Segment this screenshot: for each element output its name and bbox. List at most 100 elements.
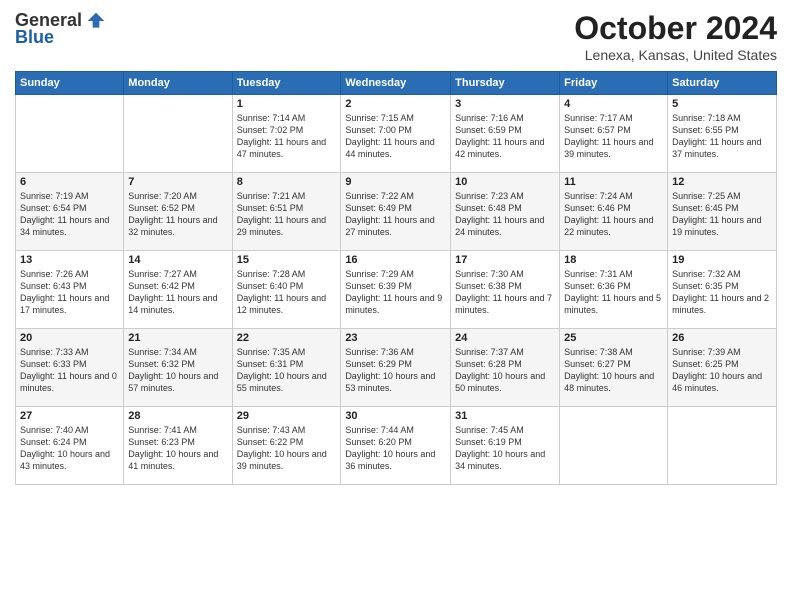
day-number: 5	[672, 98, 772, 110]
table-row: 4 Sunrise: 7:17 AM Sunset: 6:57 PM Daylig…	[560, 95, 668, 173]
day-info: Sunrise: 7:16 AM Sunset: 6:59 PM Dayligh…	[455, 112, 555, 161]
col-saturday: Saturday	[668, 72, 777, 95]
table-row	[668, 407, 777, 485]
day-info: Sunrise: 7:39 AM Sunset: 6:25 PM Dayligh…	[672, 346, 772, 395]
day-info: Sunrise: 7:26 AM Sunset: 6:43 PM Dayligh…	[20, 268, 119, 317]
page: General Blue October 2024 Lenexa, Kansas…	[0, 0, 792, 495]
day-info: Sunrise: 7:21 AM Sunset: 6:51 PM Dayligh…	[237, 190, 337, 239]
day-info: Sunrise: 7:24 AM Sunset: 6:46 PM Dayligh…	[564, 190, 663, 239]
col-friday: Friday	[560, 72, 668, 95]
day-info: Sunrise: 7:20 AM Sunset: 6:52 PM Dayligh…	[128, 190, 227, 239]
table-row: 10 Sunrise: 7:23 AM Sunset: 6:48 PM Dayli…	[451, 173, 560, 251]
day-info: Sunrise: 7:29 AM Sunset: 6:39 PM Dayligh…	[345, 268, 446, 317]
day-info: Sunrise: 7:33 AM Sunset: 6:33 PM Dayligh…	[20, 346, 119, 395]
day-number: 14	[128, 254, 227, 266]
day-number: 23	[345, 332, 446, 344]
day-info: Sunrise: 7:40 AM Sunset: 6:24 PM Dayligh…	[20, 424, 119, 473]
table-row: 25Sunrise: 7:38 AM Sunset: 6:27 PM Dayli…	[560, 329, 668, 407]
col-tuesday: Tuesday	[232, 72, 341, 95]
header: General Blue October 2024 Lenexa, Kansas…	[15, 10, 777, 63]
day-number: 3	[455, 98, 555, 110]
day-number: 10	[455, 176, 555, 188]
day-number: 19	[672, 254, 772, 266]
day-number: 21	[128, 332, 227, 344]
day-number: 15	[237, 254, 337, 266]
day-info: Sunrise: 7:32 AM Sunset: 6:35 PM Dayligh…	[672, 268, 772, 317]
col-monday: Monday	[124, 72, 232, 95]
day-info: Sunrise: 7:43 AM Sunset: 6:22 PM Dayligh…	[237, 424, 337, 473]
day-info: Sunrise: 7:45 AM Sunset: 6:19 PM Dayligh…	[455, 424, 555, 473]
table-row: 21 Sunrise: 7:34 AM Sunset: 6:32 PM Dayli…	[124, 329, 232, 407]
day-info: Sunrise: 7:15 AM Sunset: 7:00 PM Dayligh…	[345, 112, 446, 161]
day-number: 31	[455, 410, 555, 422]
day-info: Sunrise: 7:17 AM Sunset: 6:57 PM Dayligh…	[564, 112, 663, 161]
logo-blue-text: Blue	[15, 27, 54, 48]
table-row: 26 Sunrise: 7:39 AM Sunset: 6:25 PM Dayli…	[668, 329, 777, 407]
day-number: 26	[672, 332, 772, 344]
day-number: 9	[345, 176, 446, 188]
day-info: Sunrise: 7:44 AM Sunset: 6:20 PM Dayligh…	[345, 424, 446, 473]
day-info: Sunrise: 7:18 AM Sunset: 6:55 PM Dayligh…	[672, 112, 772, 161]
day-info: Sunrise: 7:28 AM Sunset: 6:40 PM Dayligh…	[237, 268, 337, 317]
table-row: 2 Sunrise: 7:15 AM Sunset: 7:00 PM Daylig…	[341, 95, 451, 173]
day-number: 6	[20, 176, 119, 188]
calendar-week-row: 20 Sunrise: 7:33 AM Sunset: 6:33 PM Dayli…	[16, 329, 777, 407]
table-row: 7 Sunrise: 7:20 AM Sunset: 6:52 PM Daylig…	[124, 173, 232, 251]
day-info: Sunrise: 7:23 AM Sunset: 6:48 PM Dayligh…	[455, 190, 555, 239]
day-number: 11	[564, 176, 663, 188]
calendar-table: Sunday Monday Tuesday Wednesday Thursday…	[15, 71, 777, 485]
location: Lenexa, Kansas, United States	[574, 47, 777, 63]
day-info: Sunrise: 7:36 AM Sunset: 6:29 PM Dayligh…	[345, 346, 446, 395]
table-row: 14 Sunrise: 7:27 AM Sunset: 6:42 PM Dayli…	[124, 251, 232, 329]
day-info: Sunrise: 7:14 AM Sunset: 7:02 PM Dayligh…	[237, 112, 337, 161]
col-sunday: Sunday	[16, 72, 124, 95]
table-row: 30 Sunrise: 7:44 AM Sunset: 6:20 PM Dayli…	[341, 407, 451, 485]
table-row: 11 Sunrise: 7:24 AM Sunset: 6:46 PM Dayli…	[560, 173, 668, 251]
day-info: Sunrise: 7:27 AM Sunset: 6:42 PM Dayligh…	[128, 268, 227, 317]
day-number: 28	[128, 410, 227, 422]
calendar-week-row: 13Sunrise: 7:26 AM Sunset: 6:43 PM Dayli…	[16, 251, 777, 329]
table-row: 22Sunrise: 7:35 AM Sunset: 6:31 PM Dayli…	[232, 329, 341, 407]
table-row: 24Sunrise: 7:37 AM Sunset: 6:28 PM Dayli…	[451, 329, 560, 407]
title-section: October 2024 Lenexa, Kansas, United Stat…	[574, 10, 777, 63]
table-row	[124, 95, 232, 173]
table-row: 3 Sunrise: 7:16 AM Sunset: 6:59 PM Daylig…	[451, 95, 560, 173]
logo: General Blue	[15, 10, 106, 48]
day-info: Sunrise: 7:34 AM Sunset: 6:32 PM Dayligh…	[128, 346, 227, 395]
table-row: 5 Sunrise: 7:18 AM Sunset: 6:55 PM Daylig…	[668, 95, 777, 173]
day-number: 25	[564, 332, 663, 344]
table-row: 13Sunrise: 7:26 AM Sunset: 6:43 PM Dayli…	[16, 251, 124, 329]
table-row: 6Sunrise: 7:19 AM Sunset: 6:54 PM Daylig…	[16, 173, 124, 251]
day-number: 29	[237, 410, 337, 422]
table-row: 27Sunrise: 7:40 AM Sunset: 6:24 PM Dayli…	[16, 407, 124, 485]
day-number: 20	[20, 332, 119, 344]
table-row: 28 Sunrise: 7:41 AM Sunset: 6:23 PM Dayli…	[124, 407, 232, 485]
table-row: 29 Sunrise: 7:43 AM Sunset: 6:22 PM Dayli…	[232, 407, 341, 485]
day-number: 22	[237, 332, 337, 344]
table-row: 17 Sunrise: 7:30 AM Sunset: 6:38 PM Dayli…	[451, 251, 560, 329]
table-row: 19 Sunrise: 7:32 AM Sunset: 6:35 PM Dayli…	[668, 251, 777, 329]
table-row: 31 Sunrise: 7:45 AM Sunset: 6:19 PM Dayli…	[451, 407, 560, 485]
month-title: October 2024	[574, 10, 777, 47]
day-number: 17	[455, 254, 555, 266]
day-number: 24	[455, 332, 555, 344]
col-thursday: Thursday	[451, 72, 560, 95]
table-row: 16Sunrise: 7:29 AM Sunset: 6:39 PM Dayli…	[341, 251, 451, 329]
day-info: Sunrise: 7:41 AM Sunset: 6:23 PM Dayligh…	[128, 424, 227, 473]
day-number: 7	[128, 176, 227, 188]
day-info: Sunrise: 7:30 AM Sunset: 6:38 PM Dayligh…	[455, 268, 555, 317]
col-wednesday: Wednesday	[341, 72, 451, 95]
day-info: Sunrise: 7:22 AM Sunset: 6:49 PM Dayligh…	[345, 190, 446, 239]
logo-icon	[86, 11, 106, 31]
day-number: 4	[564, 98, 663, 110]
table-row	[560, 407, 668, 485]
day-number: 2	[345, 98, 446, 110]
calendar-week-row: 6Sunrise: 7:19 AM Sunset: 6:54 PM Daylig…	[16, 173, 777, 251]
day-info: Sunrise: 7:25 AM Sunset: 6:45 PM Dayligh…	[672, 190, 772, 239]
table-row: 12Sunrise: 7:25 AM Sunset: 6:45 PM Dayli…	[668, 173, 777, 251]
calendar-header-row: Sunday Monday Tuesday Wednesday Thursday…	[16, 72, 777, 95]
table-row	[16, 95, 124, 173]
calendar-week-row: 27Sunrise: 7:40 AM Sunset: 6:24 PM Dayli…	[16, 407, 777, 485]
day-number: 30	[345, 410, 446, 422]
day-number: 1	[237, 98, 337, 110]
